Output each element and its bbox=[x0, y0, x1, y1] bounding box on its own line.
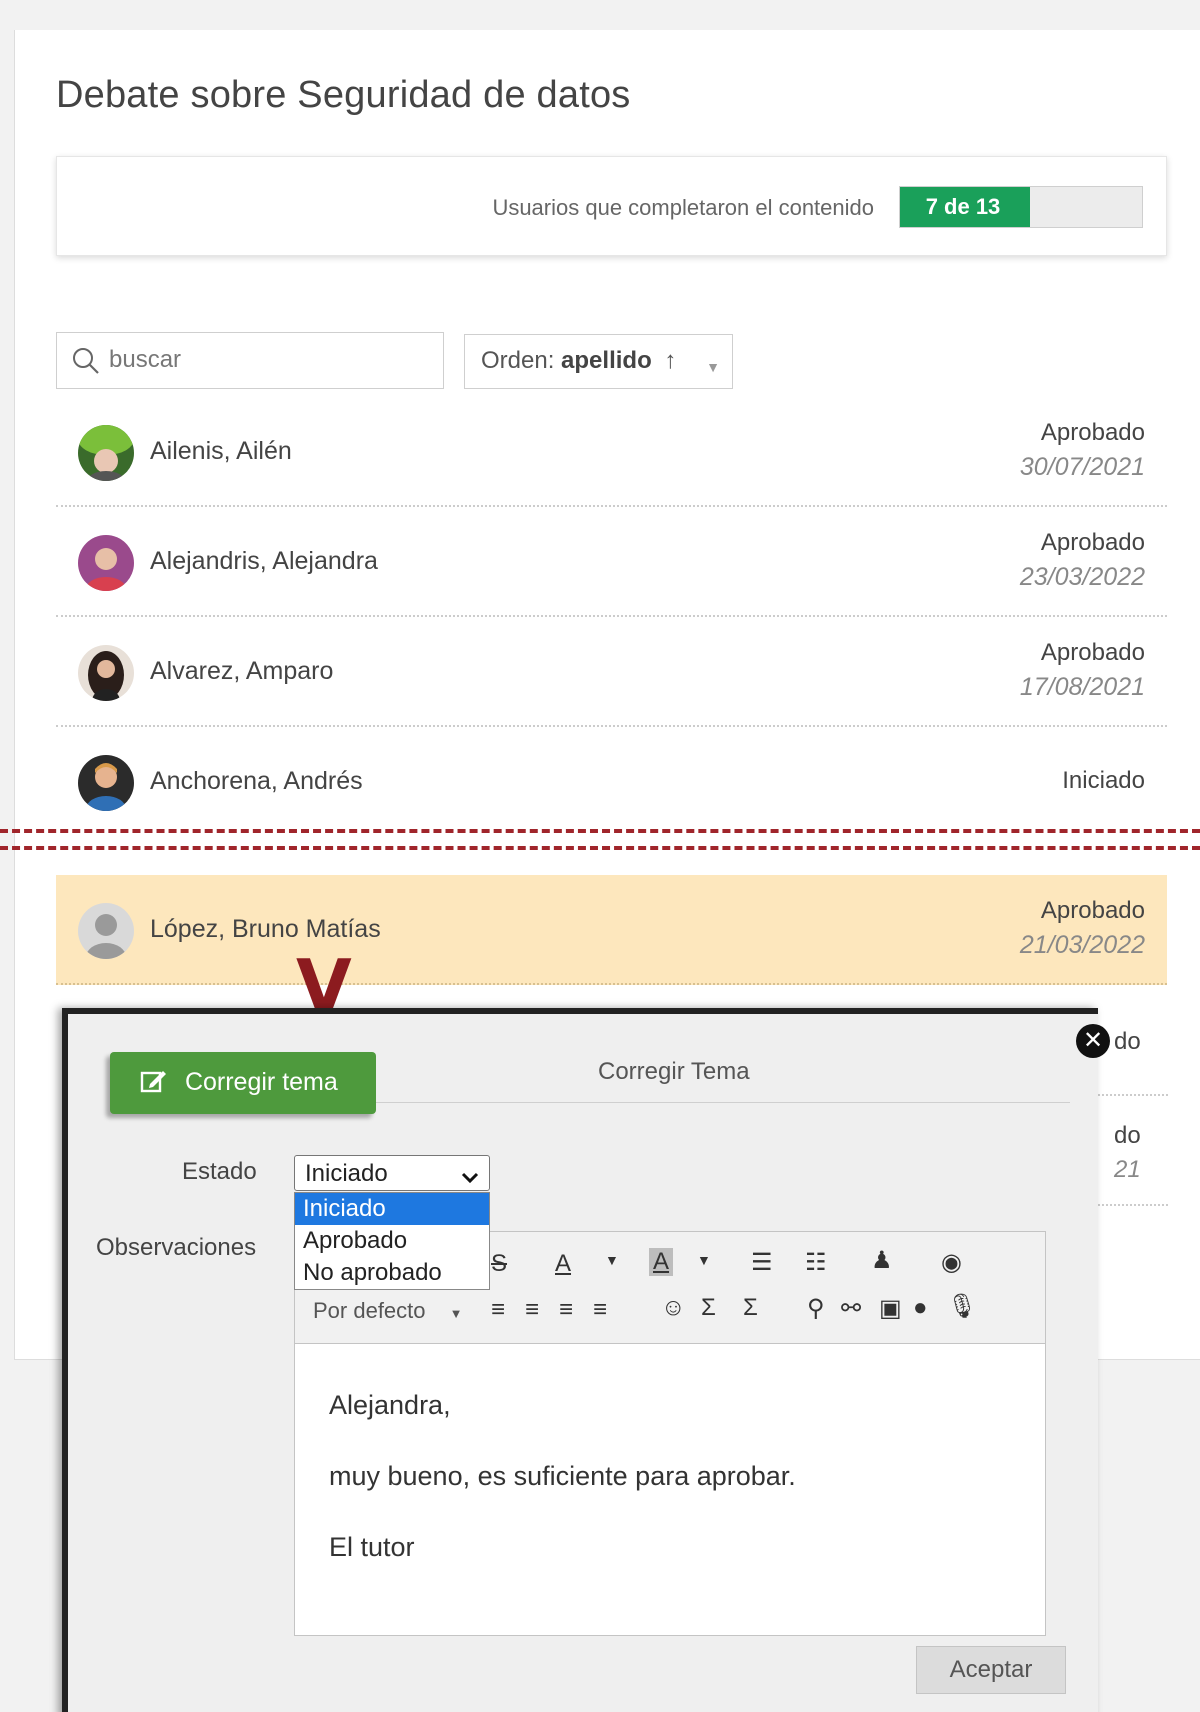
page-title: Debate sobre Seguridad de datos bbox=[56, 74, 631, 116]
hidden-row-status: do bbox=[1114, 1122, 1141, 1149]
cut-line bbox=[0, 829, 1200, 833]
search-box[interactable] bbox=[56, 332, 444, 389]
avatar-placeholder bbox=[78, 903, 134, 959]
caret-down-icon[interactable]: ▼ bbox=[605, 1252, 619, 1268]
sigma-plus-icon[interactable]: Σ bbox=[701, 1294, 716, 1322]
microphone-icon[interactable]: 🎙 bbox=[947, 1292, 977, 1321]
user-date: 21/03/2022 bbox=[1019, 931, 1145, 959]
avatar bbox=[78, 425, 134, 481]
align-center-icon[interactable]: ≡ bbox=[525, 1296, 539, 1324]
editor-line: muy bueno, es suficiente para aprobar. bbox=[329, 1461, 796, 1491]
editor-content[interactable]: Alejandra, muy bueno, es suficiente para… bbox=[329, 1392, 796, 1605]
estado-label: Estado bbox=[182, 1158, 257, 1185]
estado-option[interactable]: Aprobado bbox=[295, 1225, 489, 1257]
sigma-icon[interactable]: Σ bbox=[743, 1294, 758, 1322]
search-input[interactable] bbox=[109, 341, 429, 379]
cut-line bbox=[0, 846, 1200, 850]
user-name: Ailenis, Ailén bbox=[150, 437, 292, 465]
avatar bbox=[78, 755, 134, 811]
row-divider bbox=[1098, 1094, 1168, 1096]
emoji-icon[interactable]: ☺ bbox=[661, 1294, 686, 1322]
user-status: Aprobado bbox=[1040, 897, 1145, 924]
chevron-down-icon bbox=[461, 1164, 479, 1192]
hidden-row-date: 21 bbox=[1114, 1156, 1141, 1183]
justify-icon[interactable]: ≡ bbox=[593, 1296, 607, 1324]
close-icon[interactable]: ✕ bbox=[1076, 1024, 1110, 1058]
search-icon bbox=[73, 348, 99, 374]
avatar bbox=[78, 535, 134, 591]
progress-text: 7 de 13 bbox=[925, 194, 1001, 219]
rich-text-editor[interactable]: S A ▼ A ▼ ☰ ☷ ♟ ◉ Por defecto ▼ ≡ ≡ ≡ ≡ … bbox=[294, 1231, 1046, 1636]
user-status: Aprobado bbox=[1040, 639, 1145, 666]
edit-icon bbox=[140, 1068, 168, 1101]
caret-down-icon: ▼ bbox=[706, 359, 720, 375]
estado-select[interactable]: Iniciado bbox=[294, 1155, 490, 1191]
accept-button[interactable]: Aceptar bbox=[916, 1646, 1066, 1694]
align-left-icon[interactable]: ≡ bbox=[491, 1296, 505, 1324]
order-prefix: Orden: bbox=[481, 347, 555, 374]
user-row[interactable]: Anchorena, Andrés Iniciado bbox=[56, 727, 1167, 837]
progress-label: Usuarios que completaron el contenido bbox=[492, 195, 874, 220]
eye-icon[interactable]: ◉ bbox=[941, 1248, 962, 1277]
background-color-icon[interactable]: A bbox=[649, 1248, 674, 1276]
user-row[interactable]: Ailenis, Ailén Aprobado 30/07/2021 bbox=[56, 397, 1167, 507]
order-select[interactable]: Orden: apellido ↑ ▼ bbox=[464, 334, 733, 389]
user-date: 30/07/2021 bbox=[1019, 453, 1145, 481]
caret-down-icon: ▼ bbox=[449, 1306, 463, 1321]
speak-icon[interactable]: ♟ bbox=[871, 1246, 893, 1275]
user-date: 17/08/2021 bbox=[1019, 673, 1145, 701]
format-select[interactable]: Por defecto ▼ bbox=[313, 1298, 463, 1324]
hidden-row-status: do bbox=[1114, 1028, 1141, 1055]
numbered-list-icon[interactable]: ☷ bbox=[805, 1248, 827, 1277]
user-name: Alejandris, Alejandra bbox=[150, 547, 378, 575]
caret-down-icon[interactable]: ▼ bbox=[697, 1252, 711, 1268]
order-value: apellido bbox=[561, 347, 652, 374]
font-color-icon[interactable]: A bbox=[555, 1250, 571, 1278]
image-icon[interactable]: ▣ bbox=[879, 1294, 902, 1323]
estado-selected-value: Iniciado bbox=[305, 1160, 388, 1187]
video-icon[interactable]: ● bbox=[913, 1294, 928, 1322]
editor-line: El tutor bbox=[329, 1532, 415, 1562]
link-icon[interactable]: ⚲ bbox=[807, 1294, 825, 1323]
user-status: Aprobado bbox=[1040, 419, 1145, 446]
user-status: Aprobado bbox=[1040, 529, 1145, 556]
strikethrough-icon[interactable]: S bbox=[491, 1250, 507, 1278]
observaciones-label: Observaciones bbox=[96, 1234, 257, 1261]
progress-bar: 7 de 13 bbox=[899, 186, 1143, 228]
progress-panel: Usuarios que completaron el contenido 7 … bbox=[56, 156, 1167, 256]
format-select-value: Por defecto bbox=[313, 1298, 426, 1323]
modal-heading: Corregir Tema bbox=[598, 1058, 750, 1085]
user-name: Anchorena, Andrés bbox=[150, 767, 363, 795]
estado-option[interactable]: Iniciado bbox=[295, 1193, 489, 1225]
row-divider bbox=[1098, 1204, 1168, 1206]
user-date: 23/03/2022 bbox=[1019, 563, 1145, 591]
user-name: Alvarez, Amparo bbox=[150, 657, 334, 685]
user-status: Iniciado bbox=[1062, 767, 1145, 794]
unlink-icon[interactable]: ⚯ bbox=[841, 1294, 861, 1323]
user-row[interactable]: Alejandris, Alejandra Aprobado 23/03/202… bbox=[56, 507, 1167, 617]
user-name: López, Bruno Matías bbox=[150, 915, 381, 943]
sort-arrow-icon: ↑ bbox=[664, 347, 677, 374]
avatar bbox=[78, 645, 134, 701]
editor-line: Alejandra, bbox=[329, 1390, 451, 1420]
corregir-tema-button[interactable]: Corregir tema bbox=[110, 1052, 376, 1114]
align-right-icon[interactable]: ≡ bbox=[559, 1296, 573, 1324]
estado-dropdown[interactable]: Iniciado Aprobado No aprobado bbox=[294, 1192, 490, 1290]
user-row-highlighted[interactable]: López, Bruno Matías Aprobado 21/03/2022 bbox=[56, 875, 1167, 985]
estado-option[interactable]: No aprobado bbox=[295, 1257, 489, 1289]
bulleted-list-icon[interactable]: ☰ bbox=[751, 1248, 773, 1277]
user-row[interactable]: Alvarez, Amparo Aprobado 17/08/2021 bbox=[56, 617, 1167, 727]
corregir-tema-label: Corregir tema bbox=[184, 1068, 338, 1096]
